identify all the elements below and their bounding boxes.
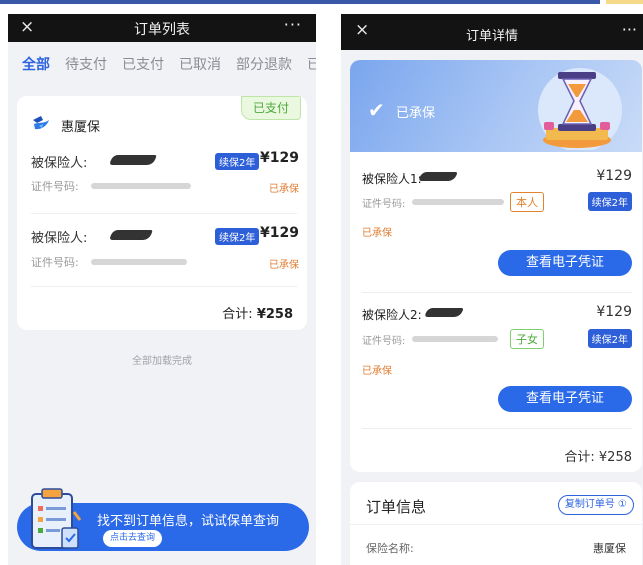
divider: [362, 292, 632, 293]
id-label: 证件号码:: [362, 199, 406, 210]
insured-price: ¥129: [596, 304, 632, 320]
filter-tabs: 全部 待支付 已支付 已取消 部分退款 已: [8, 42, 316, 84]
status-text: 已承保: [269, 184, 299, 195]
redacted-id: [412, 336, 498, 342]
redacted-name: [418, 172, 458, 181]
redacted-id: [91, 259, 187, 265]
view-voucher-button[interactable]: 查看电子凭证: [498, 386, 632, 412]
renewal-badge: 续保2年: [215, 228, 260, 245]
insurance-name-value: 惠厦保: [593, 542, 626, 555]
tab-cancelled[interactable]: 已取消: [179, 54, 221, 74]
insured-label: 被保险人:: [31, 231, 88, 246]
tab-paid[interactable]: 已支付: [122, 54, 164, 74]
order-total: 合计: ¥258: [222, 303, 293, 322]
detail-card: ✔ 已承保 被保险人1: ¥129 证件号码: 本人 续保2年 已承保 查看电子…: [350, 60, 642, 472]
redacted-name: [424, 308, 464, 317]
renewal-badge: 续保2年: [215, 153, 260, 170]
nav-bar: × 订单列表 ···: [8, 14, 316, 42]
tab-partial-refund[interactable]: 部分退款: [236, 54, 292, 74]
redacted-name: [109, 155, 157, 165]
insured-price: ¥129: [596, 168, 632, 184]
relation-tag: 本人: [510, 192, 544, 212]
divider: [362, 428, 632, 429]
renewal-badge: 续保2年: [587, 192, 632, 211]
divider: [31, 286, 297, 287]
divider: [350, 524, 642, 525]
relation-tag: 子女: [510, 329, 544, 349]
insured-label: 被保险人:: [31, 156, 88, 171]
insured-price: ¥129: [260, 150, 299, 166]
clipboard-icon: [31, 488, 82, 549]
view-voucher-button[interactable]: 查看电子凭证: [498, 250, 632, 276]
check-icon: ✔: [368, 98, 385, 122]
top-divider: [0, 0, 643, 4]
brand-name: 惠厦保: [61, 120, 101, 135]
status-text: 已承保: [362, 228, 392, 239]
tab-more[interactable]: 已: [307, 54, 316, 74]
order-list-screen: × 订单列表 ··· 全部 待支付 已支付 已取消 部分退款 已 已支付 惠厦保…: [8, 14, 316, 565]
hourglass-icon: [538, 68, 622, 150]
order-total: 合计: ¥258: [564, 450, 632, 465]
page-title: 订单列表: [134, 22, 190, 38]
order-detail-screen: × 订单详情 ··· ✔ 已承保 被保险人1: ¥129 证件号码: 本人 续保…: [341, 14, 643, 565]
insurance-name-label: 保险名称:: [366, 542, 414, 555]
tab-pending[interactable]: 待支付: [65, 54, 107, 74]
redacted-id: [91, 183, 191, 189]
order-info-section: 订单信息 复制订单号 ① 保险名称: 惠厦保: [350, 482, 642, 565]
status-text: 已承保: [362, 366, 392, 377]
status-text: 已承保: [396, 106, 436, 121]
load-complete-text: 全部加载完成: [132, 356, 192, 367]
total-label: 合计:: [222, 307, 253, 322]
id-label: 证件号码:: [31, 256, 79, 269]
divider: [31, 213, 297, 214]
redacted-id: [412, 199, 504, 205]
tab-all[interactable]: 全部: [22, 54, 50, 74]
page-title: 订单详情: [465, 29, 518, 44]
renewal-badge: 续保2年: [587, 329, 632, 348]
insured-label: 被保险人1:: [362, 172, 422, 186]
redacted-name: [109, 230, 153, 240]
insured-price: ¥129: [260, 225, 299, 241]
paid-badge: 已支付: [241, 96, 301, 120]
id-label: 证件号码:: [31, 180, 79, 193]
insured-label: 被保险人2:: [362, 308, 422, 322]
more-icon[interactable]: ···: [284, 15, 302, 34]
total-value: ¥258: [256, 307, 293, 322]
order-card[interactable]: 已支付 惠厦保 被保险人: 续保2年 ¥129 证件号码: 已承保 被保险人: …: [17, 96, 307, 330]
status-header: ✔ 已承保: [350, 60, 642, 152]
banner-text: 找不到订单信息，试试保单查询: [97, 514, 280, 529]
section-title: 订单信息: [366, 498, 427, 516]
brand-logo-icon: [33, 116, 49, 130]
more-icon[interactable]: ···: [622, 20, 637, 39]
status-text: 已承保: [269, 260, 299, 271]
nav-bar: × 订单详情 ···: [341, 14, 643, 50]
id-label: 证件号码:: [362, 336, 406, 347]
query-button[interactable]: 点击去查询: [103, 530, 163, 547]
copy-order-button[interactable]: 复制订单号 ①: [557, 495, 634, 515]
